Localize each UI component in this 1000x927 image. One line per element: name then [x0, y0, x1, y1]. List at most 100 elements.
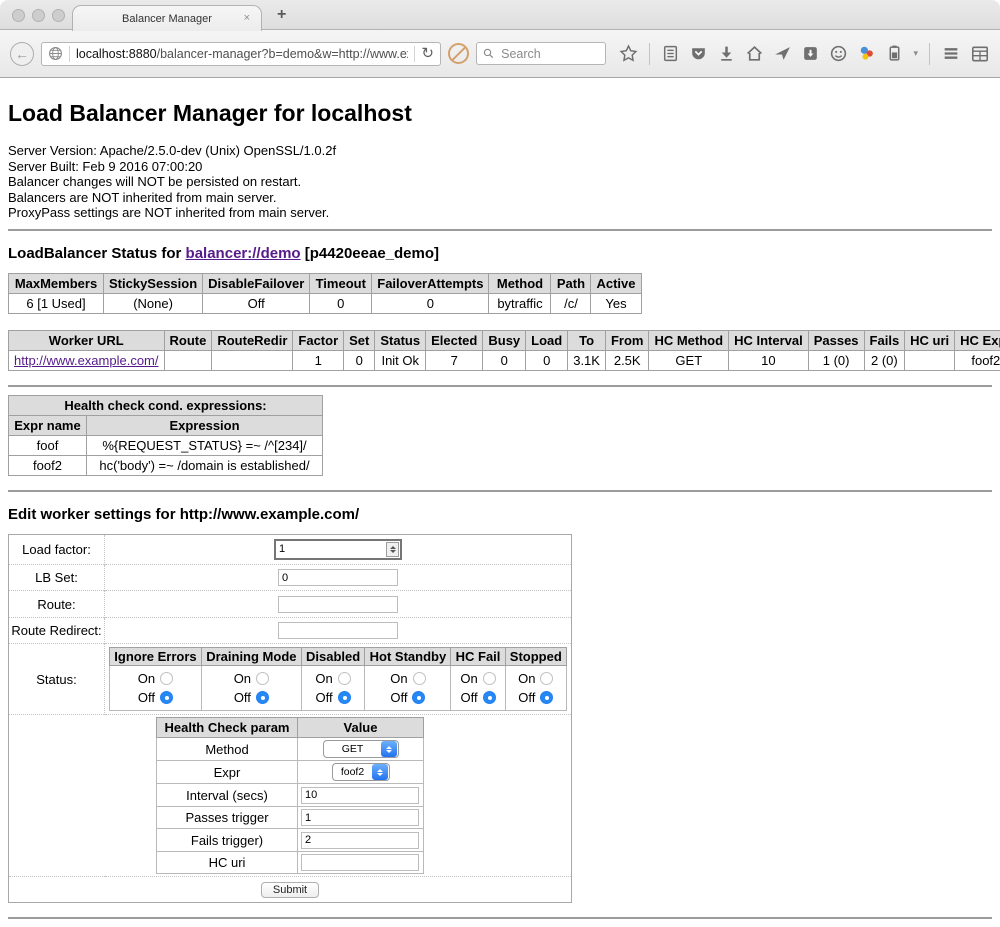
- bookmarks-list-icon[interactable]: [661, 44, 680, 63]
- method-select[interactable]: GET: [323, 740, 399, 758]
- status-table: Ignore Errors Draining Mode Disabled Hot…: [109, 647, 567, 711]
- route-redirect-input[interactable]: [278, 622, 398, 639]
- expr-row-foof: foof %{REQUEST_STATUS} =~ /^[234]/: [9, 435, 323, 455]
- col-hc-value: Value: [298, 718, 424, 738]
- worker-url-link[interactable]: http://www.example.com/: [14, 353, 159, 368]
- route-redirect-row: Route Redirect:: [9, 617, 572, 644]
- save-page-icon[interactable]: [801, 44, 820, 63]
- radio-stopped-off[interactable]: [540, 691, 553, 704]
- extension-colored-dots-icon[interactable]: [857, 44, 876, 63]
- close-tab-icon[interactable]: ×: [244, 13, 250, 24]
- lb-set-input[interactable]: [278, 569, 398, 586]
- send-tab-icon[interactable]: [773, 44, 792, 63]
- divider3: [8, 490, 992, 492]
- page-title: Load Balancer Manager for localhost: [8, 100, 992, 127]
- stopped-radios: On Off: [505, 666, 566, 711]
- reload-icon[interactable]: ↻: [421, 46, 434, 61]
- hc-expr-value: foof2: [955, 350, 1000, 370]
- toolbar-divider: [649, 43, 650, 65]
- load-factor-input[interactable]: [277, 543, 386, 555]
- home-icon[interactable]: [745, 44, 764, 63]
- expr-label: Expr: [157, 761, 298, 784]
- on-label: On: [460, 669, 477, 688]
- address-text[interactable]: localhost:8880/balancer-manager?b=demo&w…: [76, 47, 408, 61]
- new-tab-button[interactable]: +: [277, 6, 286, 24]
- back-button[interactable]: ←: [10, 42, 34, 66]
- radio-hc-fail-on[interactable]: [483, 672, 496, 685]
- disabled-radios: On Off: [301, 666, 365, 711]
- col-stickysession: StickySession: [104, 273, 203, 293]
- off-label: Off: [518, 688, 535, 707]
- col-hc-method: HC Method: [649, 330, 729, 350]
- search-input[interactable]: [499, 46, 599, 62]
- select-stepper-icon: [372, 764, 388, 780]
- bookmark-star-icon[interactable]: [619, 44, 638, 63]
- radio-hot-standby-off[interactable]: [412, 691, 425, 704]
- tab-balancer-manager[interactable]: Balancer Manager ×: [72, 5, 262, 31]
- radio-draining-mode-off[interactable]: [256, 691, 269, 704]
- number-spinner-icon[interactable]: [386, 542, 399, 557]
- submit-button[interactable]: Submit: [261, 882, 319, 898]
- hc-interval-value: 10: [729, 350, 809, 370]
- reader-grid-icon[interactable]: [970, 44, 990, 64]
- load-factor-label: Load factor:: [9, 534, 105, 564]
- interval-input[interactable]: [301, 787, 419, 804]
- divider2: [8, 385, 992, 387]
- elected-value: 7: [426, 350, 483, 370]
- downloads-icon[interactable]: [717, 44, 736, 63]
- toolbar-divider2: [929, 43, 930, 65]
- radio-disabled-off[interactable]: [338, 691, 351, 704]
- divider: [8, 229, 992, 231]
- feedback-smiley-icon[interactable]: [829, 44, 848, 63]
- content-blocked-icon[interactable]: [448, 43, 469, 64]
- col-status: Status: [375, 330, 426, 350]
- fails-input[interactable]: [301, 832, 419, 849]
- menu-hamburger-icon[interactable]: [941, 44, 961, 63]
- expr-select[interactable]: foof2: [332, 763, 390, 781]
- summary-row: 6 [1 Used] (None) Off 0 0 bytraffic /c/ …: [9, 293, 642, 313]
- stickysession-value: (None): [104, 293, 203, 313]
- minimize-window-button[interactable]: [32, 9, 45, 22]
- radio-ignore-errors-on[interactable]: [160, 672, 173, 685]
- hc-method-value: GET: [649, 350, 729, 370]
- proxypass-note: ProxyPass settings are NOT inherited fro…: [8, 205, 992, 221]
- battery-extension-icon[interactable]: [885, 44, 904, 63]
- draining-mode-radios: On Off: [201, 666, 301, 711]
- radio-disabled-on[interactable]: [338, 672, 351, 685]
- window-controls: [12, 9, 65, 22]
- radio-stopped-on[interactable]: [540, 672, 553, 685]
- expr-row: Expr foof2: [157, 761, 424, 784]
- chevron-down-icon[interactable]: ▾: [913, 48, 918, 59]
- passes-value: 1 (0): [808, 350, 864, 370]
- col-failoverattempts: FailoverAttempts: [372, 273, 489, 293]
- hc-uri-value: [905, 350, 955, 370]
- pocket-icon[interactable]: [689, 44, 708, 63]
- on-label: On: [234, 669, 251, 688]
- route-input[interactable]: [278, 596, 398, 613]
- col-busy: Busy: [483, 330, 526, 350]
- close-window-button[interactable]: [12, 9, 25, 22]
- expr-name: foof2: [9, 455, 87, 475]
- zoom-window-button[interactable]: [52, 9, 65, 22]
- col-expr-name: Expr name: [9, 415, 87, 435]
- radio-hot-standby-on[interactable]: [413, 672, 426, 685]
- lb-set-label: LB Set:: [9, 564, 105, 591]
- hc-uri-input[interactable]: [301, 854, 419, 871]
- col-disabled: Disabled: [301, 648, 365, 666]
- persist-note: Balancer changes will NOT be persisted o…: [8, 174, 992, 190]
- ignore-errors-radios: On Off: [110, 666, 202, 711]
- routeredir-value: [212, 350, 293, 370]
- balancer-demo-link[interactable]: balancer://demo: [186, 245, 301, 262]
- radio-draining-mode-on[interactable]: [256, 672, 269, 685]
- radio-ignore-errors-off[interactable]: [160, 691, 173, 704]
- col-timeout: Timeout: [310, 273, 372, 293]
- lb-set-row: LB Set:: [9, 564, 572, 591]
- col-routeredir: RouteRedir: [212, 330, 293, 350]
- passes-input[interactable]: [301, 809, 419, 826]
- busy-value: 0: [483, 350, 526, 370]
- col-draining-mode: Draining Mode: [201, 648, 301, 666]
- search-bar[interactable]: [476, 42, 606, 65]
- url-bar[interactable]: localhost:8880/balancer-manager?b=demo&w…: [41, 42, 441, 66]
- radio-hc-fail-off[interactable]: [483, 691, 496, 704]
- col-hc-param: Health Check param: [157, 718, 298, 738]
